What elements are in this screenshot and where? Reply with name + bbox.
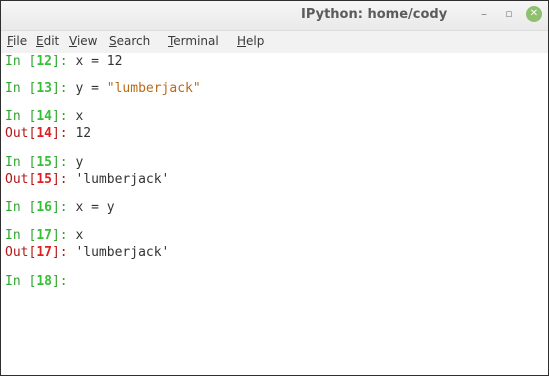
output-line: Out[14]: 12	[5, 126, 92, 141]
menu-view[interactable]: View	[69, 34, 97, 48]
minimize-icon[interactable]: –	[475, 5, 493, 23]
current-prompt[interactable]: In [18]:	[5, 273, 75, 291]
output-line: Out[17]: 'lumberjack'	[5, 245, 170, 260]
maximize-icon[interactable]: ▫	[500, 5, 518, 23]
output-line: Out[15]: 'lumberjack'	[5, 172, 170, 187]
menu-bar: File Edit View Search Terminal Help	[1, 31, 548, 53]
menu-terminal[interactable]: Terminal	[168, 34, 219, 48]
close-icon[interactable]: ✕	[526, 6, 542, 22]
input-line: In [15]: y	[5, 155, 84, 170]
input-line: In [17]: x	[5, 228, 84, 243]
menu-help[interactable]: Help	[237, 34, 264, 48]
terminal-output[interactable]: In [12]: x = 12 In [13]: y = "lumberjack…	[1, 53, 548, 375]
menu-edit[interactable]: Edit	[36, 34, 59, 48]
terminal-window: IPython: home/cody – ▫ ✕ File Edit View …	[0, 0, 549, 376]
input-line: In [12]: x = 12	[5, 54, 123, 69]
menu-file[interactable]: File	[7, 34, 27, 48]
input-line: In [14]: x	[5, 109, 84, 124]
menu-search[interactable]: Search	[109, 34, 150, 48]
window-title: IPython: home/cody	[301, 7, 448, 22]
input-line: In [13]: y = "lumberjack"	[5, 81, 201, 96]
input-line: In [16]: x = y	[5, 200, 115, 215]
title-bar[interactable]: IPython: home/cody – ▫ ✕	[1, 1, 548, 31]
